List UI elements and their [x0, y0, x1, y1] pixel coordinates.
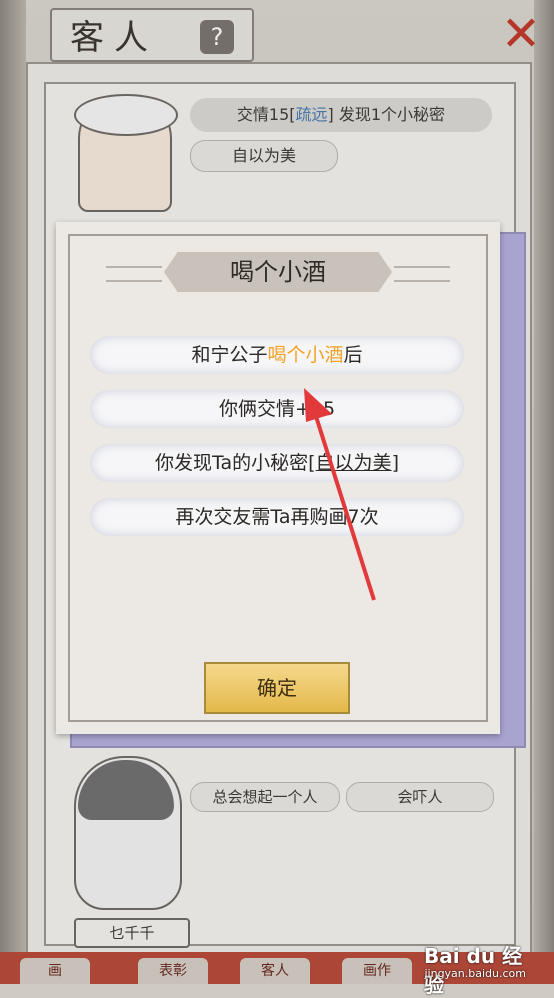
- annotation-arrow: [304, 388, 376, 601]
- action-highlight: 喝个小酒: [267, 344, 344, 366]
- result-line-action: 和宁公子喝个小酒后: [90, 336, 464, 374]
- result-line-secret: 你发现Ta的小秘密[自以为美]: [90, 444, 464, 482]
- dialog-title: 喝个小酒: [164, 252, 392, 292]
- baidu-watermark-url: jingyan.baidu.com: [424, 967, 526, 980]
- secret-suffix: ]: [391, 452, 399, 474]
- result-line-friendship: 你俩交情+15: [90, 390, 464, 428]
- confirm-button[interactable]: 确定: [204, 662, 350, 714]
- title-ornament-left: [106, 266, 162, 282]
- title-ornament-right: [394, 266, 450, 282]
- action-suffix: 后: [343, 344, 363, 366]
- result-dialog: 喝个小酒 和宁公子喝个小酒后 你俩交情+15 你发现Ta的小秘密[自以为美] 再…: [56, 222, 500, 734]
- result-line-next: 再次交友需Ta再购画7次: [90, 498, 464, 536]
- secret-prefix: 你发现Ta的小秘密[: [155, 452, 316, 474]
- action-prefix: 和宁公子: [191, 344, 268, 366]
